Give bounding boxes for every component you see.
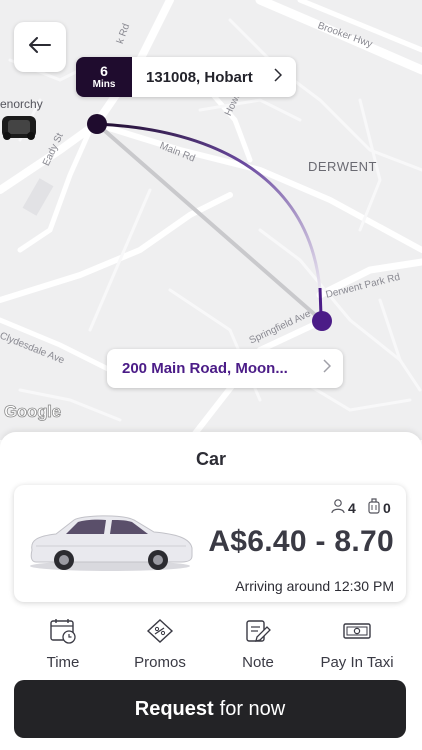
dropoff-address: 200 Main Road, Moon... bbox=[122, 360, 288, 377]
request-label-rest: for now bbox=[219, 697, 286, 720]
passenger-capacity: 4 bbox=[330, 498, 356, 517]
chevron-right-icon bbox=[323, 359, 332, 378]
eta-badge: 6 Mins bbox=[76, 57, 132, 97]
passenger-count: 4 bbox=[348, 499, 356, 516]
luggage-icon bbox=[367, 498, 381, 517]
time-option[interactable]: Time bbox=[13, 618, 113, 671]
cash-icon bbox=[343, 618, 371, 649]
promo-tag-icon bbox=[146, 618, 174, 649]
back-button[interactable] bbox=[14, 22, 66, 72]
request-label-bold: Request bbox=[134, 697, 214, 720]
pickup-address: 131008, Hobart bbox=[146, 68, 253, 86]
car-image bbox=[26, 510, 194, 577]
dropoff-chip[interactable]: 200 Main Road, Moon... bbox=[107, 349, 343, 388]
luggage-capacity: 0 bbox=[367, 498, 391, 517]
pickup-chip[interactable]: 6 Mins 131008, Hobart bbox=[76, 57, 296, 97]
eta-unit: Mins bbox=[92, 78, 116, 90]
chevron-right-icon bbox=[274, 68, 283, 86]
request-button[interactable]: Request for now bbox=[14, 680, 406, 738]
arrow-left-icon bbox=[29, 36, 51, 58]
google-logo: Google bbox=[4, 402, 62, 422]
promos-label: Promos bbox=[134, 654, 186, 671]
promos-option[interactable]: Promos bbox=[110, 618, 210, 671]
map-view[interactable]: Brooker Hwy k Rd enorchy Eady St Main Rd… bbox=[0, 0, 422, 440]
vehicle-type-title: Car bbox=[195, 449, 226, 469]
map-label-derwent: DERWENT bbox=[308, 159, 377, 174]
arrival-time: Arriving around 12:30 PM bbox=[235, 578, 394, 594]
payment-option[interactable]: Pay In Taxi bbox=[307, 618, 407, 671]
note-option[interactable]: Note bbox=[208, 618, 308, 671]
time-label: Time bbox=[46, 654, 80, 671]
calendar-clock-icon bbox=[49, 618, 77, 649]
ride-options-row: Time Promos Note Pay In Taxi bbox=[0, 618, 422, 671]
luggage-count: 0 bbox=[383, 499, 391, 516]
eta-number: 6 bbox=[100, 62, 108, 79]
ride-sheet: Car 4 0 A$6.40 - 8.70 Arriving around 12… bbox=[0, 432, 422, 750]
map-label-suburb-west: enorchy bbox=[0, 97, 43, 111]
payment-label: Pay In Taxi bbox=[320, 654, 394, 671]
note-label: Note bbox=[242, 654, 274, 671]
ride-option-card[interactable]: 4 0 A$6.40 - 8.70 Arriving around 12:30 … bbox=[14, 485, 406, 602]
note-pencil-icon bbox=[244, 618, 272, 649]
person-icon bbox=[330, 498, 346, 517]
fare-estimate: A$6.40 - 8.70 bbox=[208, 525, 394, 558]
